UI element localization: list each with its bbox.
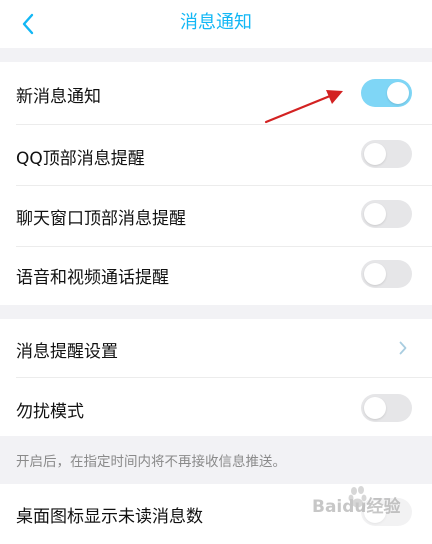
watermark-text: Baidu经验 xyxy=(312,497,401,517)
toggle-knob xyxy=(364,397,386,419)
setting-row-do-not-disturb[interactable]: 勿扰模式 xyxy=(0,378,432,436)
setting-label: 新消息通知 xyxy=(16,87,101,107)
setting-label: QQ顶部消息提醒 xyxy=(16,149,145,169)
voice-video-call-reminder-toggle[interactable] xyxy=(361,260,412,288)
setting-label: 语音和视频通话提醒 xyxy=(16,268,169,288)
baidu-watermark: Baidu经验 xyxy=(310,482,422,526)
setting-label: 消息提醒设置 xyxy=(16,342,118,362)
chat-window-top-reminder-toggle[interactable] xyxy=(361,200,412,228)
new-message-notification-toggle[interactable] xyxy=(361,79,412,107)
setting-label: 聊天窗口顶部消息提醒 xyxy=(16,209,186,229)
toggle-knob xyxy=(364,143,386,165)
navigation-bar: 消息通知 xyxy=(0,0,432,48)
setting-row-voice-video-call-reminder[interactable]: 语音和视频通话提醒 xyxy=(0,247,432,305)
page-title: 消息通知 xyxy=(180,12,252,33)
chevron-right-icon xyxy=(399,341,407,355)
message-reminder-settings-chevron[interactable] xyxy=(394,339,412,357)
toggle-knob xyxy=(364,203,386,225)
back-button[interactable] xyxy=(10,6,46,42)
toggle-knob xyxy=(387,82,409,104)
setting-row-new-message-notification[interactable]: 新消息通知 xyxy=(0,62,432,124)
chevron-left-icon xyxy=(22,13,34,35)
do-not-disturb-hint: 开启后，在指定时间内将不再接收信息推送。 xyxy=(16,454,286,470)
setting-row-chat-window-top-reminder[interactable]: 聊天窗口顶部消息提醒 xyxy=(0,186,432,246)
qq-top-message-reminder-toggle[interactable] xyxy=(361,140,412,168)
toggle-knob xyxy=(364,263,386,285)
setting-row-message-reminder-settings[interactable]: 消息提醒设置 xyxy=(0,319,432,377)
setting-row-qq-top-message-reminder[interactable]: QQ顶部消息提醒 xyxy=(0,125,432,185)
setting-label: 桌面图标显示未读消息数 xyxy=(16,507,203,527)
do-not-disturb-toggle[interactable] xyxy=(361,394,412,422)
setting-label: 勿扰模式 xyxy=(16,402,84,422)
